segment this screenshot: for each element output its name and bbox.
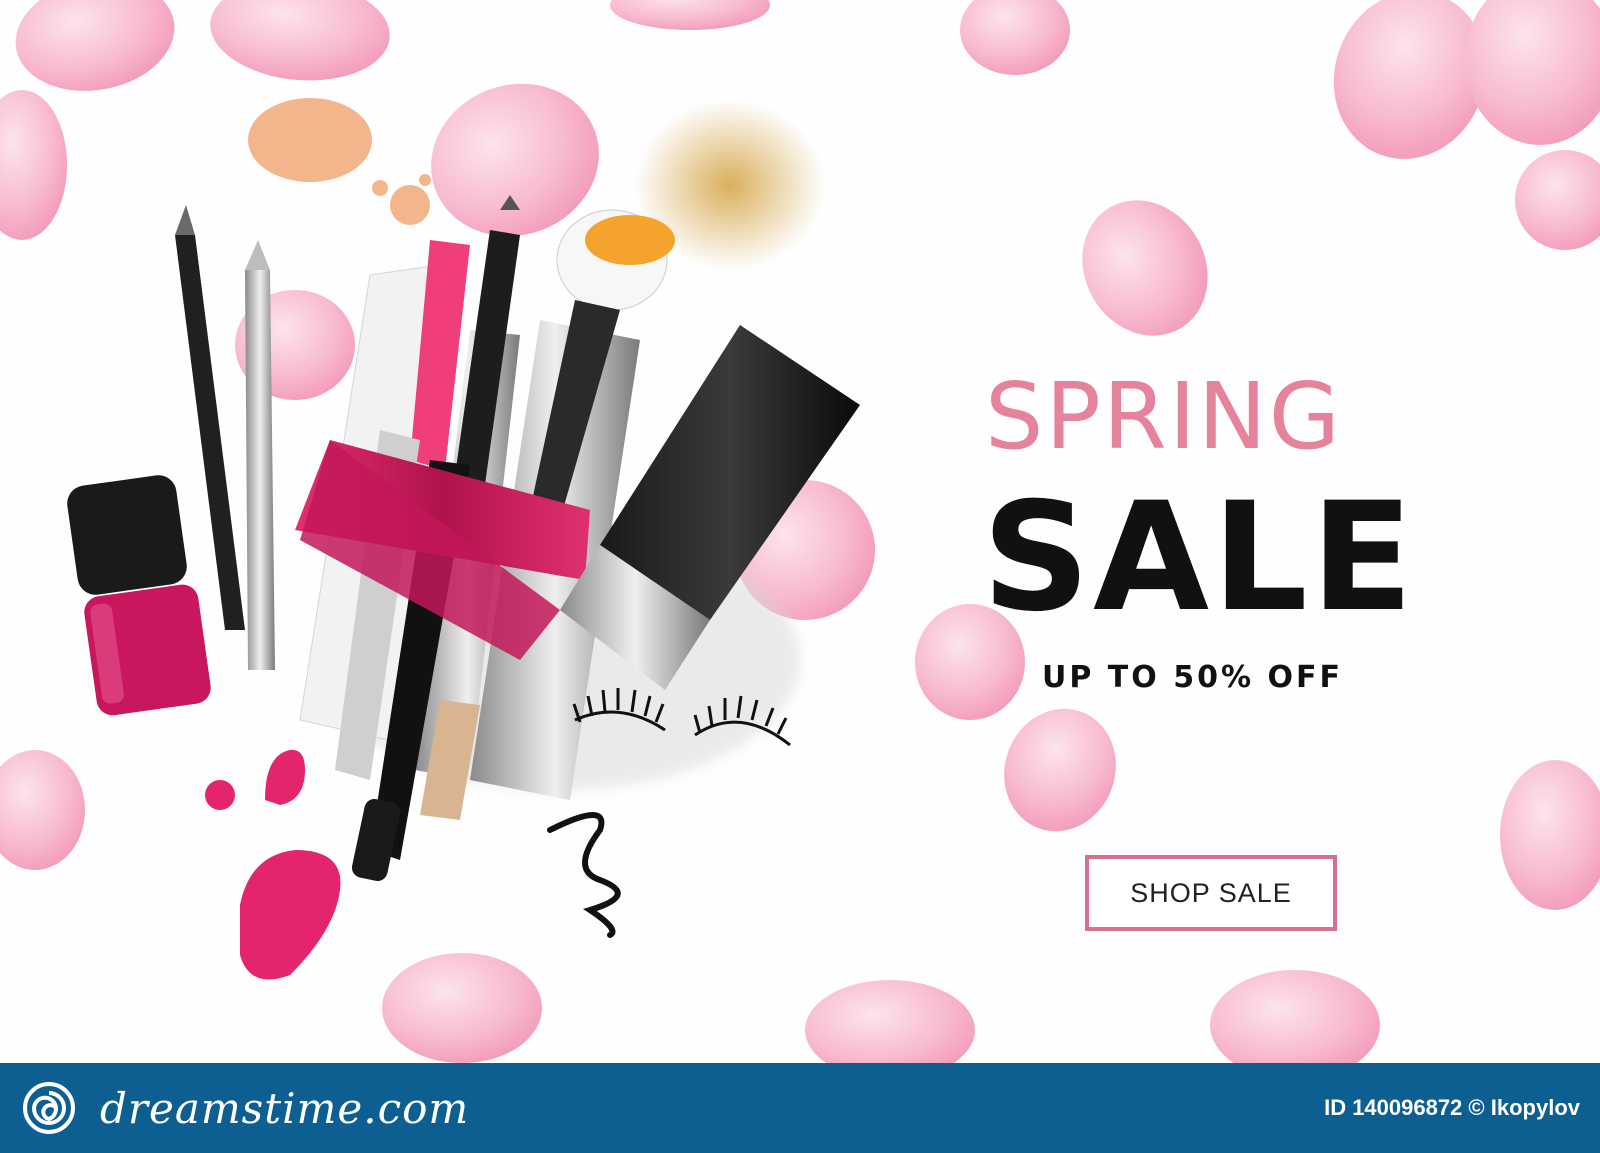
stock-footer: dreamstime.com ID 140096872 © Ikopylov (0, 1063, 1600, 1153)
dreamstime-swirl-icon (23, 1082, 75, 1134)
petal (210, 0, 390, 81)
image-credit: ID 140096872 © Ikopylov (1324, 1095, 1580, 1120)
headline-spring: SPRING (985, 363, 1343, 470)
petal (805, 980, 975, 1063)
foundation-swatches (248, 98, 431, 225)
footer-logo-text: dreamstime.com (100, 1084, 470, 1133)
petal (610, 0, 770, 30)
petal (15, 0, 175, 91)
shop-sale-button[interactable]: SHOP SALE (1085, 855, 1337, 931)
pink-swatches (205, 749, 341, 980)
petal (382, 953, 542, 1063)
petal (0, 750, 85, 870)
eyeliner-stroke (547, 812, 621, 938)
petal (1515, 150, 1600, 250)
petal (1465, 0, 1600, 145)
headline-sale: SALE (982, 471, 1417, 645)
petal (1210, 970, 1380, 1063)
sale-banner: SPRING SALE UP TO 50% OFF SHOP SALE (0, 0, 1600, 1063)
petal (0, 90, 67, 240)
discount-text: UP TO 50% OFF (1042, 660, 1343, 695)
petal (1500, 760, 1600, 910)
petal (1004, 708, 1116, 832)
nail-polish-bottle (67, 475, 211, 716)
petal (960, 0, 1070, 75)
petal (1082, 200, 1208, 336)
